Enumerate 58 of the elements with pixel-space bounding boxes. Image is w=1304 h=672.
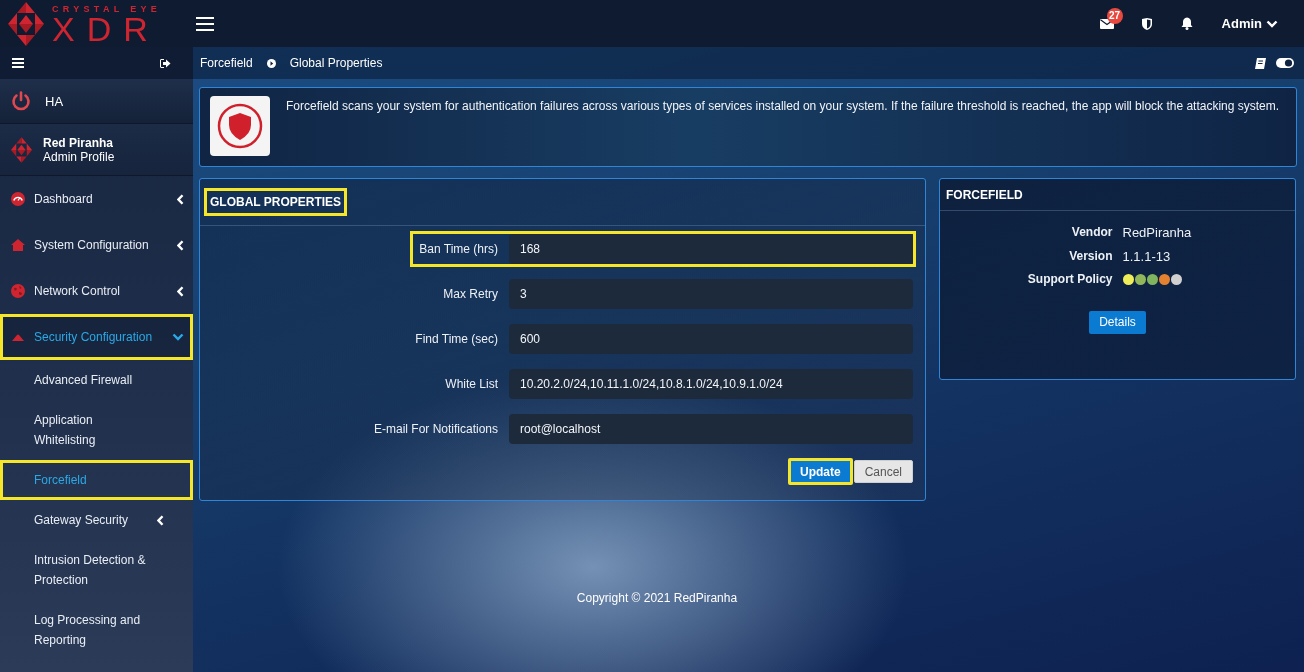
panel-title: GLOBAL PROPERTIES (204, 188, 348, 216)
breadcrumb-link[interactable]: Global Properties (289, 56, 383, 70)
menu-item[interactable]: System Configuration (0, 222, 193, 268)
text-input[interactable]: 168 (509, 234, 913, 264)
property-label: Vendor (1071, 224, 1113, 241)
logo-wordmark: XDR (52, 15, 161, 43)
menu-item[interactable]: Dashboard (0, 176, 193, 222)
gauge-icon (11, 192, 25, 206)
property-label: Support Policy (1027, 271, 1113, 288)
field-label: Find Time (sec) (415, 332, 498, 346)
secondary-button[interactable]: Cancel (853, 460, 913, 483)
menu-icon[interactable] (12, 58, 24, 68)
property-value: 1.1.1-13 (1122, 247, 1171, 266)
field-label: Ban Time (hrs) (419, 242, 498, 256)
book-icon[interactable] (1255, 57, 1266, 69)
text-input[interactable]: root@localhost (509, 414, 913, 444)
menu-item[interactable]: Gateway Security (0, 500, 193, 540)
primary-button[interactable]: Update (787, 458, 853, 485)
field-label: Max Retry (443, 287, 498, 301)
triangle-icon (11, 333, 25, 341)
chevron-down-icon (1266, 19, 1278, 28)
logo-icon (8, 1, 44, 46)
menu-item[interactable]: Forcefield (0, 460, 193, 500)
toggle-icon[interactable] (1276, 58, 1294, 68)
menu-item[interactable]: Log Processing and Reporting (0, 600, 193, 660)
copyright-text: Copyright © 2021 RedPiranha (576, 591, 738, 605)
details-button[interactable]: Details (1089, 310, 1146, 334)
logo-icon (11, 136, 32, 163)
menu-item[interactable]: Intrusion Detection & Protection (0, 540, 193, 600)
bell-icon[interactable] (1180, 17, 1193, 30)
logo-tagline: CRYSTAL EYE (52, 4, 162, 15)
menu-item[interactable]: Security Configuration (0, 314, 193, 360)
shield-icon[interactable] (1141, 17, 1152, 30)
globe-icon (11, 284, 25, 298)
notification-badge: 27 (1106, 7, 1123, 24)
field-label: E-mail For Notifications (373, 422, 498, 436)
menu-item[interactable]: Advanced Firewall (0, 360, 193, 400)
property-label: Version (1069, 247, 1113, 265)
text-input[interactable]: 10.20.2.0/24,10.11.1.0/24,10.8.1.0/24,10.9.1.0/24 (509, 369, 913, 399)
property-value: RedPiranha (1122, 224, 1192, 242)
arrow-circle-icon (266, 58, 276, 68)
menu-item[interactable]: Application Whitelisting (0, 400, 193, 460)
sign-out-icon[interactable] (160, 58, 171, 68)
breadcrumb-link[interactable]: Forcefield (200, 56, 253, 70)
house-icon (11, 239, 25, 251)
profile-name: Red Piranha (43, 135, 115, 150)
shield-icon (210, 96, 270, 156)
profile-role: Admin Profile (43, 149, 115, 164)
text-input[interactable]: 3 (509, 279, 913, 309)
menu-item[interactable]: Network Control (0, 268, 193, 314)
user-menu-button[interactable]: Admin (1221, 16, 1278, 31)
status-label: HA (45, 93, 64, 109)
field-label: White List (445, 377, 498, 391)
power-icon[interactable] (11, 91, 31, 111)
text-input[interactable]: 600 (509, 324, 913, 354)
menu-icon[interactable] (196, 16, 214, 31)
info-text: Forcefield scans your system for authentication failures across various types of services installed on your system. If the failure threshold is reached, the app will block the attacking system. (286, 99, 1281, 113)
panel-title: FORCEFIELD (946, 187, 1023, 202)
